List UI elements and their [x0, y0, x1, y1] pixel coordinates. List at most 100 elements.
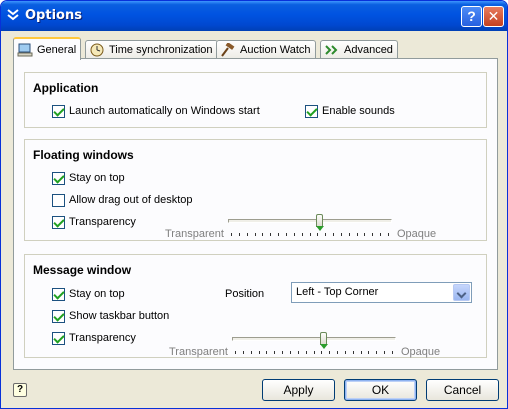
tab-advanced[interactable]: Advanced	[320, 40, 398, 59]
message-transparency-checkbox[interactable]: Transparency	[52, 330, 136, 346]
launch-on-start-checkbox[interactable]: Launch automatically on Windows start	[52, 103, 260, 119]
slider-tick	[388, 233, 389, 236]
title-bar[interactable]: Options ? ✕	[1, 1, 507, 31]
floating-transparent-label: Transparent	[165, 228, 224, 240]
slider-tick	[325, 233, 326, 236]
application-group: Application Launch automatically on Wind…	[24, 72, 487, 128]
slider-tick	[353, 351, 354, 354]
position-label: Position	[225, 288, 265, 300]
tab-label: Auction Watch	[240, 44, 311, 56]
close-button[interactable]: ✕	[483, 6, 504, 27]
enable-sounds-label: Enable sounds	[322, 105, 395, 117]
slider-tick	[376, 351, 377, 354]
floating-stay-on-top-label: Stay on top	[69, 172, 125, 184]
position-value: Left - Top Corner	[296, 286, 379, 298]
cancel-button[interactable]: Cancel	[426, 379, 499, 401]
floating-opaque-label: Opaque	[397, 228, 437, 240]
slider-tick	[251, 351, 252, 354]
tab-label: Advanced	[344, 44, 393, 56]
slider-tick	[290, 351, 291, 354]
chevron-down-icon[interactable]	[453, 284, 470, 301]
tab-time-synchronization[interactable]: Time synchronization	[85, 40, 218, 59]
slider-tick	[270, 233, 271, 236]
slider-tick	[274, 351, 275, 354]
slider-tick	[337, 351, 338, 354]
slider-tick	[231, 233, 232, 236]
checkbox-box[interactable]	[52, 215, 65, 229]
slider-tick	[294, 233, 295, 236]
slider-tick	[247, 233, 248, 236]
checkbox-box[interactable]	[52, 193, 65, 207]
slider-tick	[310, 233, 311, 236]
slider-ticks	[231, 233, 389, 237]
slider-tick	[361, 351, 362, 354]
message-opaque-label: Opaque	[401, 346, 441, 358]
title-help-button[interactable]: ?	[461, 6, 482, 27]
show-taskbar-label: Show taskbar button	[69, 310, 170, 322]
slider-tick	[357, 233, 358, 236]
floating-stay-on-top-checkbox[interactable]: Stay on top	[52, 170, 125, 186]
application-title: Application	[33, 81, 99, 95]
slider-tick	[259, 351, 260, 354]
slider-tick	[368, 351, 369, 354]
tab-label: General	[37, 43, 77, 56]
enable-sounds-checkbox[interactable]: Enable sounds	[305, 103, 395, 119]
slider-tick	[380, 233, 381, 236]
slider-thumb[interactable]	[320, 332, 328, 349]
slider-thumb[interactable]	[316, 214, 324, 231]
message-window-title: Message window	[33, 263, 132, 277]
window-title: Options	[25, 8, 82, 23]
general-tab-panel: Application Launch automatically on Wind…	[13, 58, 498, 370]
slider-tick	[314, 351, 315, 354]
position-dropdown[interactable]: Left - Top Corner	[291, 282, 472, 303]
double-arrow-icon	[324, 43, 340, 57]
clock-icon	[89, 43, 105, 57]
slider-track[interactable]	[232, 337, 396, 341]
slider-tick	[266, 351, 267, 354]
slider-tick	[345, 351, 346, 354]
slider-tick	[282, 351, 283, 354]
gavel-icon	[220, 42, 236, 57]
slider-tick	[278, 233, 279, 236]
message-stay-on-top-label: Stay on top	[69, 288, 125, 300]
slider-tick	[255, 233, 256, 236]
launch-on-start-label: Launch automatically on Windows start	[69, 105, 260, 117]
context-help-icon[interactable]: ?	[13, 383, 27, 397]
slider-track[interactable]	[228, 219, 392, 223]
checkbox-box[interactable]	[305, 104, 318, 118]
checkbox-box[interactable]	[52, 309, 65, 323]
message-transparency-slider[interactable]	[232, 332, 396, 356]
slider-tick	[321, 351, 322, 354]
checkbox-box[interactable]	[52, 171, 65, 185]
tab-label: Time synchronization	[109, 44, 213, 56]
message-stay-on-top-checkbox[interactable]: Stay on top	[52, 286, 125, 302]
computer-icon	[17, 43, 33, 57]
tab-general[interactable]: General	[13, 37, 82, 60]
options-dialog: Options ? ✕ Time synchronization Auction…	[0, 0, 508, 409]
slider-tick	[239, 233, 240, 236]
checkbox-box[interactable]	[52, 104, 65, 118]
floating-transparency-label: Transparency	[69, 216, 136, 228]
slider-tick	[392, 351, 393, 354]
floating-windows-group: Floating windows Stay on top Allow drag …	[24, 139, 487, 241]
apply-button[interactable]: Apply	[262, 379, 335, 401]
slider-tick	[372, 233, 373, 236]
tab-auction-watch[interactable]: Auction Watch	[216, 40, 316, 59]
slider-tick	[302, 233, 303, 236]
message-window-group: Message window Stay on top Position Left…	[24, 254, 487, 358]
message-transparency-label: Transparency	[69, 332, 136, 344]
chevron-double-down-icon[interactable]	[7, 8, 21, 24]
checkbox-box[interactable]	[52, 331, 65, 345]
checkbox-box[interactable]	[52, 287, 65, 301]
slider-tick	[286, 233, 287, 236]
floating-transparency-slider[interactable]	[228, 214, 392, 238]
slider-tick	[262, 233, 263, 236]
slider-tick	[333, 233, 334, 236]
allow-drag-checkbox[interactable]: Allow drag out of desktop	[52, 192, 193, 208]
allow-drag-label: Allow drag out of desktop	[69, 194, 193, 206]
show-taskbar-checkbox[interactable]: Show taskbar button	[52, 308, 169, 324]
ok-button[interactable]: OK	[344, 379, 417, 401]
floating-transparency-checkbox[interactable]: Transparency	[52, 214, 136, 230]
slider-tick	[235, 351, 236, 354]
floating-windows-title: Floating windows	[33, 148, 134, 162]
